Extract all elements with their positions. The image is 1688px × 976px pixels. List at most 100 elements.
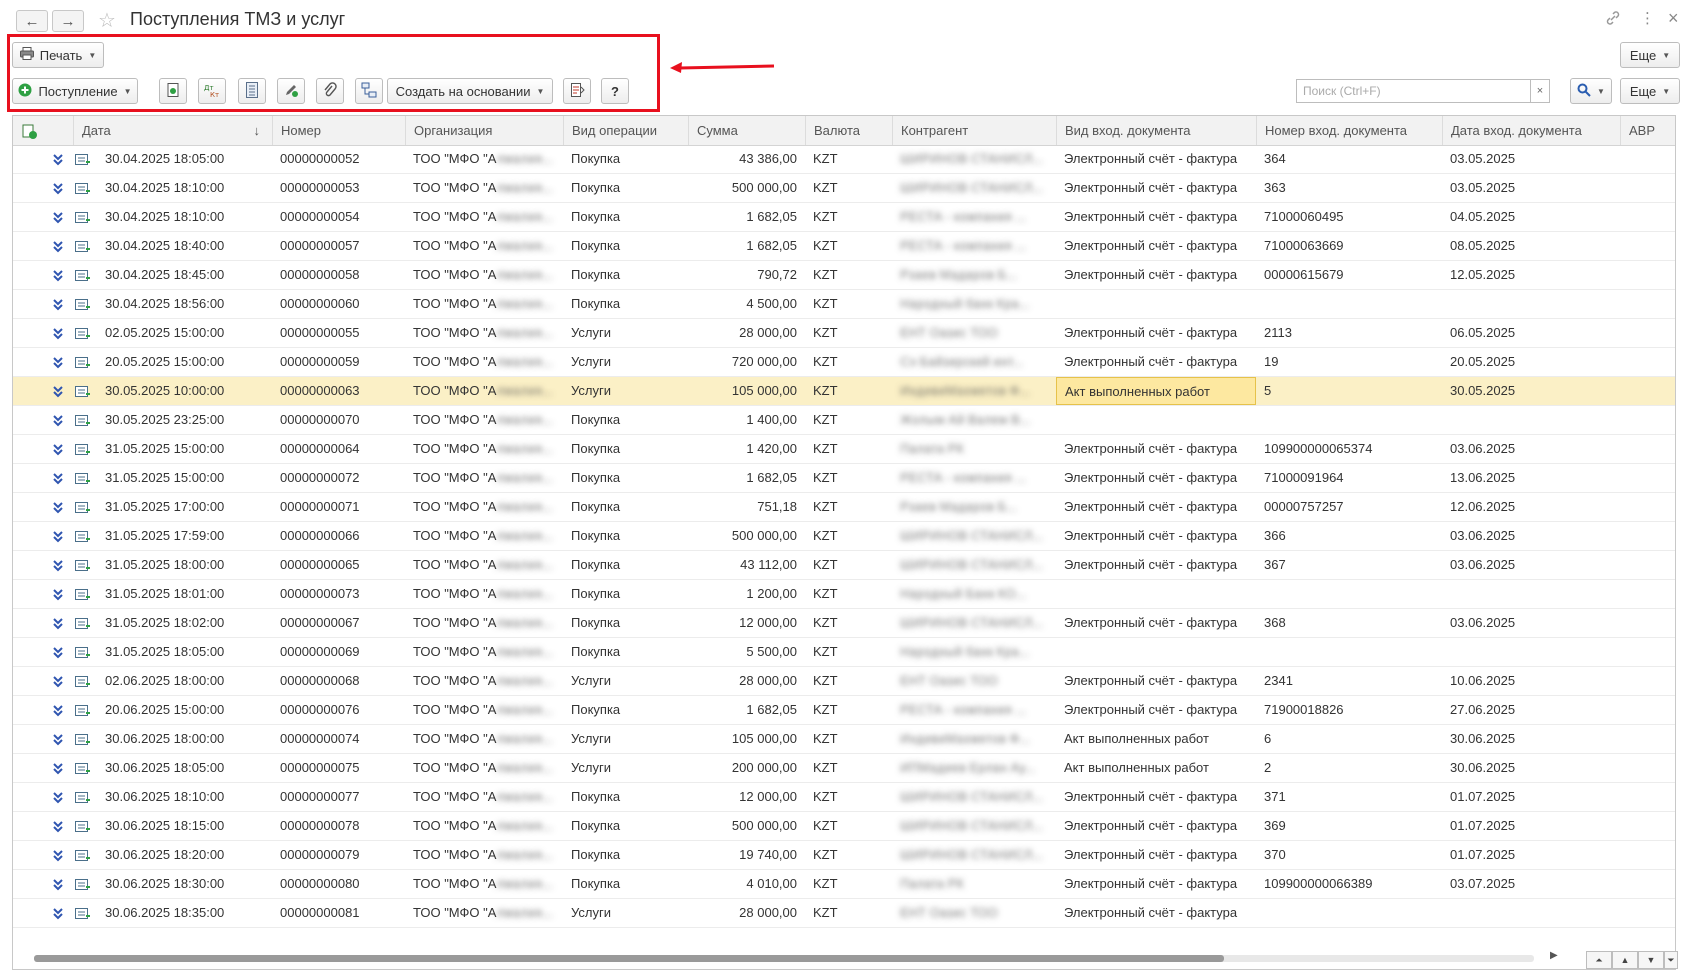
cell-op: Покупка [571,267,621,282]
page-up-button[interactable]: ▲ [1612,951,1638,969]
org-name-redacted: лмалия... [496,847,553,862]
org-name-redacted: лмалия... [496,731,553,746]
close-icon[interactable]: × [1668,8,1679,29]
table-row[interactable]: 02.06.2025 18:00:00 00000000068 ТОО "МФО "… [13,667,1675,696]
org-name-prefix: ТОО "МФО "А [413,847,497,862]
cell-contr: ШИРИНОВ СТАНИСЛ... [892,841,1056,869]
column-header-label: Вид вход. документа [1065,123,1191,138]
more-menu-icon[interactable]: ⋮ [1640,9,1655,27]
posted-status-icon [53,174,73,202]
table-row[interactable]: 30.04.2025 18:10:00 00000000053 ТОО "МФО "… [13,174,1675,203]
table-row[interactable]: 30.06.2025 18:20:00 00000000079 ТОО "МФО "… [13,841,1675,870]
column-header-contr[interactable]: Контрагент [892,116,1056,145]
cell-docdate: 20.05.2025 [1450,354,1516,369]
column-header-docdate[interactable]: Дата вход. документа [1442,116,1620,145]
cell-sum: 28 000,00 [739,905,797,920]
column-header-doctype[interactable]: Вид вход. документа [1056,116,1256,145]
table-row[interactable]: 30.06.2025 18:35:00 00000000081 ТОО "МФО "… [13,899,1675,928]
cell-date: 30.04.2025 18:10:00 [105,209,225,224]
cell-avr [1620,696,1675,724]
scroll-to-top-button[interactable]: ⏶ [1586,951,1612,969]
org-name-redacted: лмалия... [496,267,553,282]
org-name-redacted: лмалия... [496,151,553,166]
table-row[interactable]: 30.06.2025 18:30:00 00000000080 ТОО "МФО "… [13,870,1675,899]
table-row[interactable]: 30.06.2025 18:00:00 00000000074 ТОО "МФО "… [13,725,1675,754]
cell-sum: 5 500,00 [746,644,797,659]
cell-op: Покупка [571,644,621,659]
cell-docdate: 12.05.2025 [1450,267,1516,282]
documents-table[interactable]: Дата ↓ Номер Организация Вид операции Сумма Ва… [12,115,1676,970]
org-name-redacted: лмалия... [496,615,553,630]
table-row[interactable]: 30.04.2025 18:10:00 00000000054 ТОО "МФО "… [13,203,1675,232]
cell-date: 31.05.2025 18:05:00 [105,644,225,659]
search-input[interactable]: Поиск (Ctrl+F) [1296,79,1540,103]
cell-date: 30.06.2025 18:20:00 [105,847,225,862]
table-row[interactable]: 31.05.2025 15:00:00 00000000072 ТОО "МФО "… [13,464,1675,493]
table-row[interactable]: 31.05.2025 17:59:00 00000000066 ТОО "МФО "… [13,522,1675,551]
cell-org: ТОО "МФО "Алмалия... [405,464,563,492]
cell-sum: 105 000,00 [731,731,797,746]
org-name-redacted: лмалия... [496,644,553,659]
column-header-cur[interactable]: Валюта [805,116,892,145]
table-row[interactable]: 31.05.2025 18:01:00 00000000073 ТОО "МФО "… [13,580,1675,609]
link-icon[interactable] [1605,10,1621,30]
search-options-button[interactable]: ▼ [1570,78,1612,104]
column-header-date[interactable]: Дата ↓ [73,116,272,145]
table-row[interactable]: 30.04.2025 18:56:00 00000000060 ТОО "МФО "… [13,290,1675,319]
column-header-sum[interactable]: Сумма [688,116,805,145]
cell-date: 20.05.2025 15:00:00 [105,354,225,369]
table-row[interactable]: 20.05.2025 15:00:00 00000000059 ТОО "МФО "… [13,348,1675,377]
search-clear-button[interactable]: × [1530,79,1550,103]
table-row[interactable]: 30.04.2025 18:45:00 00000000058 ТОО "МФО "… [13,261,1675,290]
table-row[interactable]: 31.05.2025 15:00:00 00000000064 ТОО "МФО "… [13,435,1675,464]
back-button[interactable]: ← [16,10,48,32]
forward-button[interactable]: → [52,10,84,32]
table-row[interactable]: 30.06.2025 18:15:00 00000000078 ТОО "МФО "… [13,812,1675,841]
column-header-label: Организация [414,123,493,138]
cell-avr [1620,841,1675,869]
cell-sum: 28 000,00 [739,325,797,340]
column-header-org[interactable]: Организация [405,116,563,145]
table-row[interactable]: 30.04.2025 18:05:00 00000000052 ТОО "МФО "… [13,145,1675,174]
more-button[interactable]: Еще ▼ [1620,42,1680,68]
cell-avr [1620,174,1675,202]
cell-doctype [1056,580,1256,608]
cell-date: 30.04.2025 18:05:00 [105,151,225,166]
cell-op: Покупка [571,296,621,311]
table-row[interactable]: 31.05.2025 18:05:00 00000000069 ТОО "МФО "… [13,638,1675,667]
table-row[interactable]: 31.05.2025 18:00:00 00000000065 ТОО "МФО "… [13,551,1675,580]
table-row[interactable]: 31.05.2025 18:02:00 00000000067 ТОО "МФО "… [13,609,1675,638]
cell-num: 00000000057 [280,238,360,253]
scroll-to-bottom-button[interactable]: ⏷ [1664,951,1678,969]
favorite-star-icon[interactable]: ☆ [98,8,116,33]
column-header-label: Валюта [814,123,860,138]
column-header-num[interactable]: Номер [272,116,405,145]
chevron-down-icon: ▼ [1662,86,1671,96]
cell-docnum: 371 [1264,789,1286,804]
table-row[interactable]: 30.06.2025 18:05:00 00000000075 ТОО "МФО "… [13,754,1675,783]
more-button-2[interactable]: Еще ▼ [1620,78,1680,104]
page-down-button[interactable]: ▼ [1638,951,1664,969]
cell-cur: KZT [813,267,838,282]
column-header-op[interactable]: Вид операции [563,116,688,145]
column-header-docnum[interactable]: Номер вход. документа [1256,116,1442,145]
table-row[interactable]: 30.06.2025 18:10:00 00000000077 ТОО "МФО "… [13,783,1675,812]
cell-sum: 4 010,00 [746,876,797,891]
table-row[interactable]: 20.06.2025 15:00:00 00000000076 ТОО "МФО "… [13,696,1675,725]
cell-sum: 43 386,00 [739,151,797,166]
status-column-header[interactable] [13,116,73,145]
cell-date: 31.05.2025 17:00:00 [105,499,225,514]
scroll-right-icon[interactable]: ▶ [1550,950,1558,961]
column-header-avr[interactable]: АВР [1620,116,1675,145]
horizontal-scroll-thumb[interactable] [34,955,1224,962]
cell-cur: KZT [813,615,838,630]
table-row[interactable]: 30.05.2025 23:25:00 00000000070 ТОО "МФО "… [13,406,1675,435]
table-row[interactable]: 30.05.2025 10:00:00 00000000063 ТОО "МФО "… [13,377,1675,406]
contractor-redacted: ИндивиМахметов Ф... [900,731,1031,746]
table-row[interactable]: 02.05.2025 15:00:00 00000000055 ТОО "МФО "… [13,319,1675,348]
cell-date: 30.05.2025 23:25:00 [105,412,225,427]
cell-org: ТОО "МФО "Алмалия... [405,841,563,869]
table-row[interactable]: 31.05.2025 17:00:00 00000000071 ТОО "МФО "… [13,493,1675,522]
table-row[interactable]: 30.04.2025 18:40:00 00000000057 ТОО "МФО "… [13,232,1675,261]
sort-desc-icon[interactable]: ↓ [254,116,261,145]
